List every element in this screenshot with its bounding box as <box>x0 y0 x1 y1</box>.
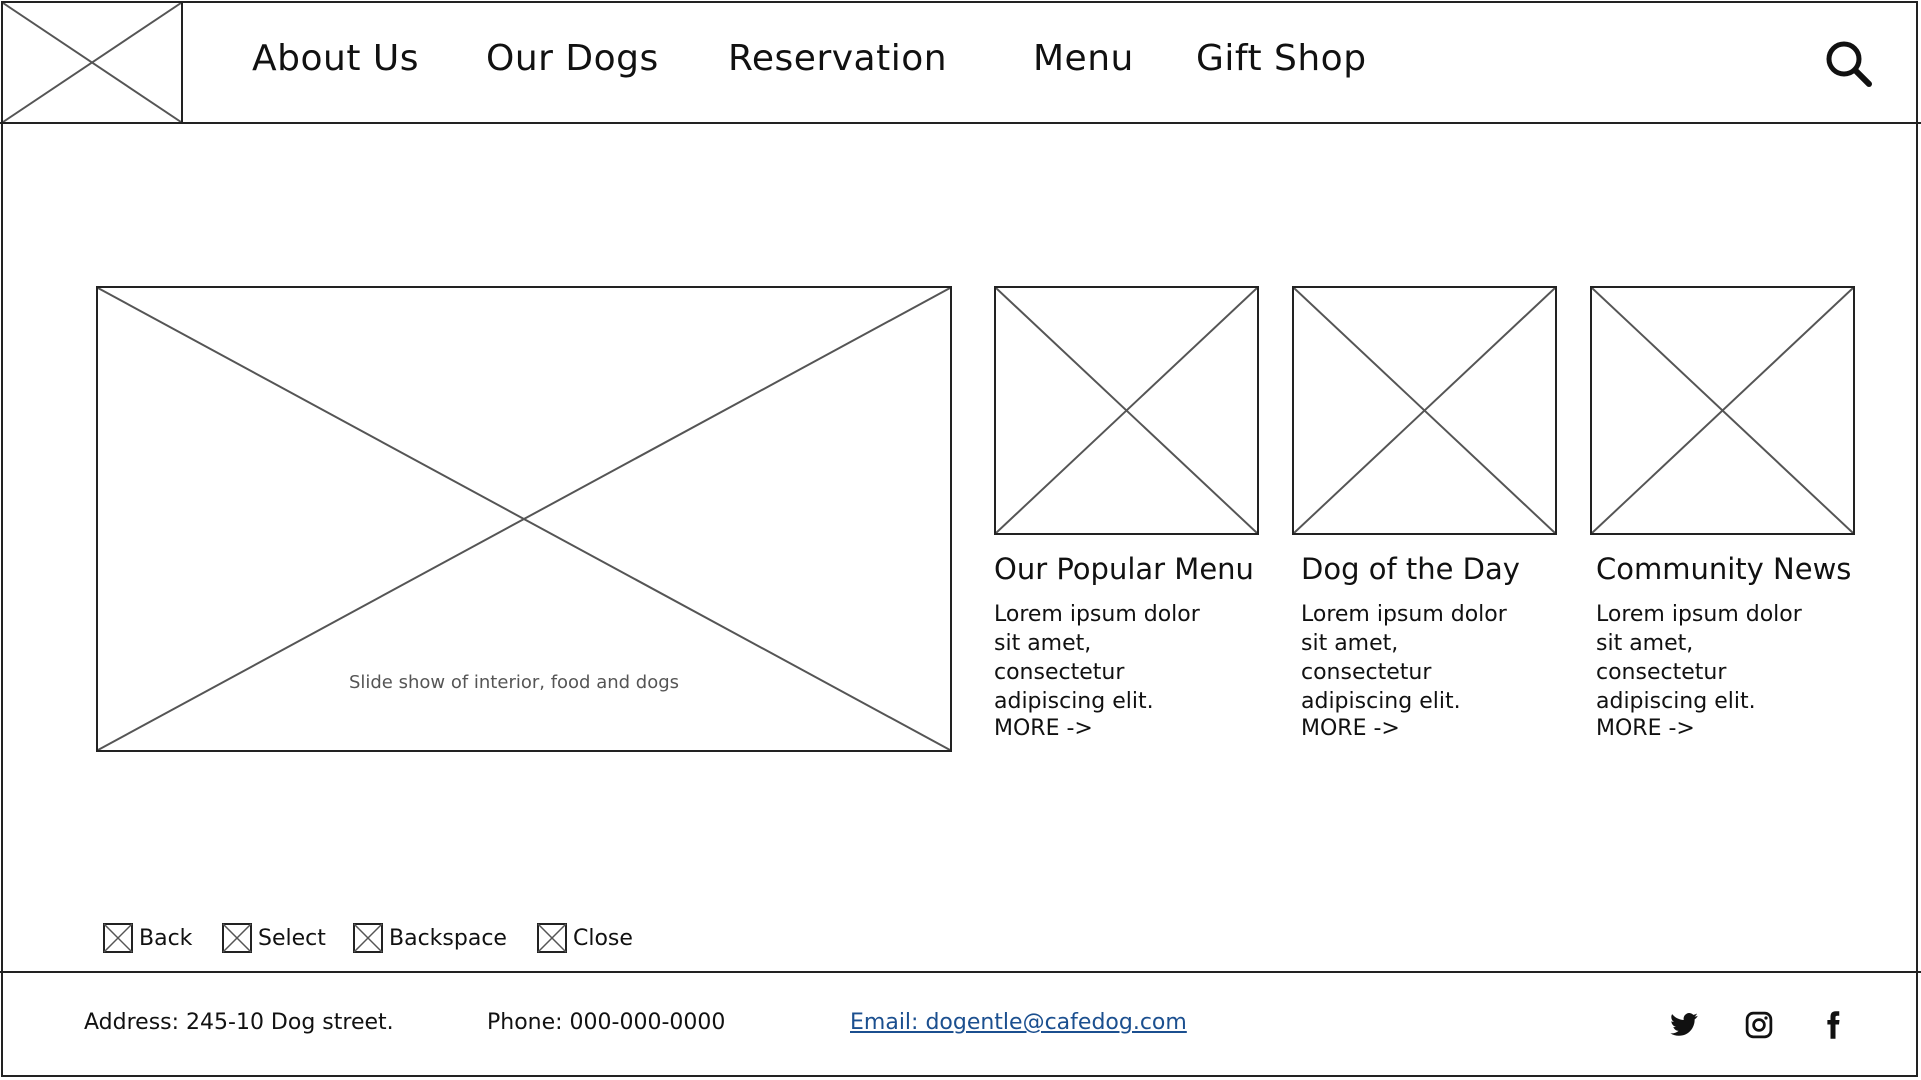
key-hint-close[interactable]: Close <box>537 922 633 954</box>
key-placeholder-icon <box>103 923 133 953</box>
card-title-popular-menu: Our Popular Menu <box>994 552 1254 586</box>
card-text-dog-of-the-day: Lorem ipsum dolor sit amet, consectetur … <box>1301 602 1507 714</box>
key-label-backspace: Backspace <box>389 925 507 951</box>
twitter-icon[interactable] <box>1669 1010 1699 1040</box>
key-hint-select[interactable]: Select <box>222 922 326 954</box>
key-placeholder-icon <box>537 923 567 953</box>
card-text-community-news: Lorem ipsum dolor sit amet, consectetur … <box>1596 602 1802 714</box>
card-text-popular-menu: Lorem ipsum dolor sit amet, consectetur … <box>994 602 1200 714</box>
footer-phone: Phone: 000-000-0000 <box>487 1010 726 1035</box>
card-image-community-news[interactable] <box>1590 286 1855 535</box>
card-title-community-news: Community News <box>1596 552 1852 586</box>
nav-about-us[interactable]: About Us <box>252 38 419 79</box>
key-label-select: Select <box>258 925 326 951</box>
nav-our-dogs[interactable]: Our Dogs <box>486 38 659 79</box>
key-placeholder-icon <box>353 923 383 953</box>
card-more-link-dog-of-the-day[interactable]: MORE -> <box>1301 716 1400 741</box>
key-placeholder-icon <box>222 923 252 953</box>
card-title-dog-of-the-day: Dog of the Day <box>1301 552 1520 586</box>
header-bar: About Us Our Dogs Reservation Menu Gift … <box>0 0 1921 124</box>
key-label-back: Back <box>139 925 193 951</box>
image-placeholder-icon <box>3 3 181 122</box>
footer-address: Address: 245-10 Dog street. <box>84 1010 394 1035</box>
image-placeholder-icon <box>996 288 1257 533</box>
card-image-popular-menu[interactable] <box>994 286 1259 535</box>
slideshow-placeholder[interactable]: Slide show of interior, food and dogs <box>96 286 952 752</box>
footer-email-link[interactable]: Email: dogentle@cafedog.com <box>850 1010 1187 1035</box>
nav-gift-shop[interactable]: Gift Shop <box>1196 38 1367 79</box>
footer-divider <box>0 971 1921 973</box>
key-hint-backspace[interactable]: Backspace <box>353 922 507 954</box>
image-placeholder-icon <box>1592 288 1853 533</box>
facebook-icon[interactable] <box>1818 1010 1848 1040</box>
card-image-dog-of-the-day[interactable] <box>1292 286 1557 535</box>
instagram-icon[interactable] <box>1744 1010 1774 1040</box>
image-placeholder-icon <box>1294 288 1555 533</box>
logo-placeholder[interactable] <box>1 1 183 124</box>
card-more-link-community-news[interactable]: MORE -> <box>1596 716 1695 741</box>
search-icon[interactable] <box>1823 38 1873 88</box>
nav-reservation[interactable]: Reservation <box>728 38 947 79</box>
key-label-close: Close <box>573 925 633 951</box>
slideshow-caption: Slide show of interior, food and dogs <box>348 672 680 693</box>
key-hint-back[interactable]: Back <box>103 922 192 954</box>
card-more-link-popular-menu[interactable]: MORE -> <box>994 716 1093 741</box>
nav-menu[interactable]: Menu <box>1033 38 1134 79</box>
